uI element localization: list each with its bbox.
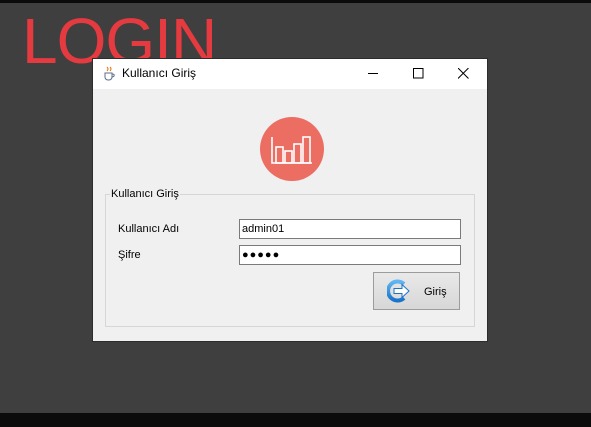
close-button[interactable] xyxy=(441,59,486,88)
title-bar[interactable]: Kullanıcı Giriş xyxy=(93,59,487,89)
bottom-strip xyxy=(0,413,591,427)
bar-chart-icon xyxy=(260,117,324,181)
arrow-right-icon xyxy=(387,279,410,303)
minimize-button[interactable] xyxy=(351,59,396,88)
password-label: Şifre xyxy=(118,249,141,261)
login-button[interactable]: Giriş xyxy=(373,272,460,310)
maximize-icon xyxy=(413,68,424,79)
window-title: Kullanıcı Giriş xyxy=(122,66,197,80)
top-strip xyxy=(0,0,591,3)
close-icon xyxy=(458,68,469,79)
username-field[interactable] xyxy=(239,219,461,239)
login-button-label: Giriş xyxy=(424,286,447,298)
password-field[interactable] xyxy=(239,245,461,265)
login-dialog: Kullanıcı Giriş Kullanıcı Giriş Kullanıc… xyxy=(93,59,487,341)
maximize-button[interactable] xyxy=(396,59,441,88)
java-cup-icon xyxy=(104,66,115,81)
group-title: Kullanıcı Giriş xyxy=(110,188,180,200)
minimize-icon xyxy=(368,73,378,74)
username-label: Kullanıcı Adı xyxy=(118,223,180,235)
